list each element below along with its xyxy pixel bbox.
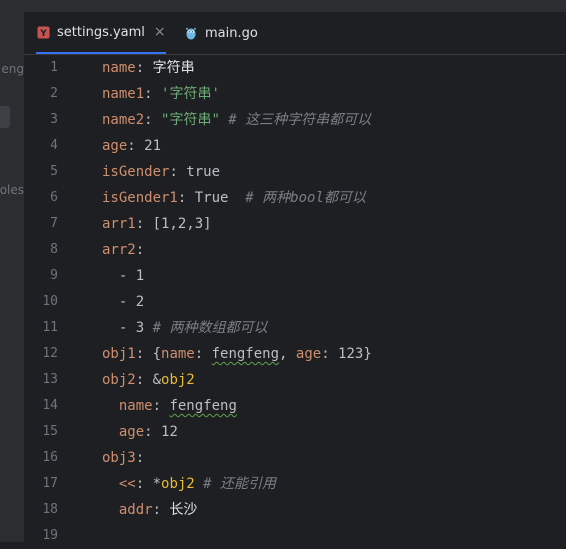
line-number: 8 bbox=[50, 242, 58, 257]
code-line[interactable]: - 3 # 两种数组都可以 bbox=[102, 315, 268, 341]
line-number: 17 bbox=[42, 476, 58, 491]
line-number: 15 bbox=[42, 424, 58, 439]
code-line[interactable]: arr2: bbox=[102, 237, 144, 263]
code-line[interactable]: age: 12 bbox=[102, 419, 178, 445]
code-line[interactable]: age: 21 bbox=[102, 133, 161, 159]
line-number: 19 bbox=[42, 528, 58, 543]
truncated-project-item[interactable]: oles bbox=[0, 183, 24, 197]
line-number: 1 bbox=[50, 60, 58, 75]
typo-underlined-word: fengfeng bbox=[169, 398, 237, 414]
code-line[interactable]: - 1 bbox=[102, 263, 144, 289]
line-number: 5 bbox=[50, 164, 58, 179]
tab-main-go[interactable]: main.go bbox=[184, 12, 258, 54]
line-number: 18 bbox=[42, 502, 58, 517]
code-line[interactable]: name: fengfeng bbox=[102, 393, 237, 419]
tab-label: main.go bbox=[205, 25, 258, 41]
line-number: 12 bbox=[42, 346, 58, 361]
typo-underlined-word: fengfeng bbox=[211, 346, 280, 362]
selected-item-highlight[interactable] bbox=[0, 106, 10, 128]
code-line[interactable]: obj2: &obj2 bbox=[102, 367, 195, 393]
line-number: 7 bbox=[50, 216, 58, 231]
project-tool-window: eng oles bbox=[0, 12, 24, 542]
code-line[interactable]: name2: "字符串" # 这三种字符串都可以 bbox=[102, 107, 371, 133]
line-number: 6 bbox=[50, 190, 58, 205]
svg-text:Y: Y bbox=[39, 29, 47, 39]
line-number: 4 bbox=[50, 138, 58, 153]
code-line[interactable]: <<: *obj2 # 还能引用 bbox=[102, 471, 276, 497]
code-editor[interactable]: 1 2 3 4 5 6 7 8 9 10 11 12 13 14 15 16 1… bbox=[24, 55, 566, 543]
code-line[interactable]: name1: '字符串' bbox=[102, 81, 220, 107]
line-number: 9 bbox=[50, 268, 58, 283]
code-line[interactable]: arr1: [1,2,3] bbox=[102, 211, 212, 237]
code-line[interactable]: name: 字符串 bbox=[102, 55, 195, 81]
code-line[interactable]: addr: 长沙 bbox=[102, 497, 198, 523]
code-line[interactable]: isGender: true bbox=[102, 159, 220, 185]
close-icon[interactable]: × bbox=[154, 24, 166, 40]
go-gopher-icon bbox=[184, 26, 198, 40]
code-line[interactable]: - 2 bbox=[102, 289, 144, 315]
line-number: 13 bbox=[42, 372, 58, 387]
code-line[interactable]: obj1: {name: fengfeng, age: 123} bbox=[102, 341, 372, 367]
line-number: 3 bbox=[50, 112, 58, 127]
line-number: 10 bbox=[42, 294, 58, 309]
line-number: 11 bbox=[42, 320, 58, 335]
line-number: 14 bbox=[42, 398, 58, 413]
line-number: 16 bbox=[42, 450, 58, 465]
editor-tab-bar: Y settings.yaml × main.go bbox=[24, 12, 566, 55]
code-line[interactable]: obj3: bbox=[102, 445, 144, 471]
tab-settings-yaml[interactable]: Y settings.yaml × bbox=[36, 12, 166, 54]
line-number-gutter: 1 2 3 4 5 6 7 8 9 10 11 12 13 14 15 16 1… bbox=[24, 55, 74, 543]
tab-label: settings.yaml bbox=[57, 24, 145, 40]
code-line[interactable]: isGender1: True # 两种bool都可以 bbox=[102, 185, 366, 211]
line-number: 2 bbox=[50, 86, 58, 101]
yaml-icon: Y bbox=[36, 25, 50, 39]
truncated-project-item[interactable]: eng bbox=[1, 62, 24, 76]
